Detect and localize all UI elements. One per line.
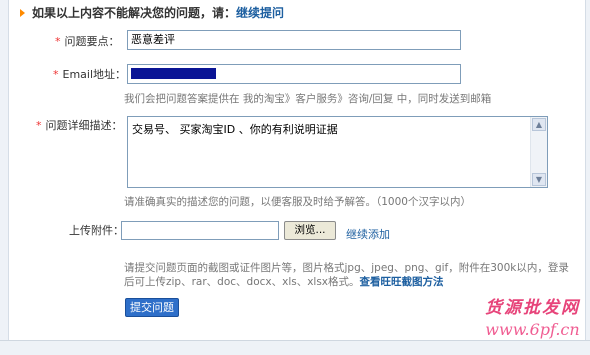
view-screenshot-method-link[interactable]: 查看旺旺截图方法 xyxy=(360,276,444,288)
detail-textarea-value: 交易号、 买家淘宝ID 、你的有利说明证据 xyxy=(132,123,338,136)
detail-textarea[interactable]: 交易号、 买家淘宝ID 、你的有利说明证据 ▲ ▼ xyxy=(127,116,548,188)
site-watermark: 货源批发网 www.6pf.cn xyxy=(485,293,580,339)
subject-label: * 问题要点： xyxy=(55,35,120,48)
continue-ask-link[interactable]: 继续提问 xyxy=(236,6,284,20)
detail-label: * 问题详细描述： xyxy=(36,119,123,132)
section-heading: 如果以上内容不能解决您的问题，请：继续提问 xyxy=(20,4,284,22)
upload-hint-line2: 后可上传zip、rar、doc、docx、xls、xlsx格式。查看旺旺截图方法 xyxy=(124,276,444,288)
browse-button[interactable]: 浏览... xyxy=(284,221,336,240)
redacted-email-value xyxy=(131,68,216,79)
window-frame-right xyxy=(585,0,590,355)
heading-text: 如果以上内容不能解决您的问题，请： xyxy=(32,6,237,20)
orange-arrow-icon xyxy=(20,8,25,17)
watermark-url: www.6pf.cn xyxy=(485,320,580,339)
add-more-link[interactable]: 继续添加 xyxy=(346,226,390,242)
subject-input[interactable]: 恶意差评 xyxy=(127,30,461,50)
required-mark: * xyxy=(53,68,59,81)
watermark-title: 货源批发网 xyxy=(485,298,580,318)
subject-input-value: 恶意差评 xyxy=(131,33,175,46)
required-mark: * xyxy=(36,119,42,132)
required-mark: * xyxy=(55,35,61,48)
upload-hint-line1: 请提交问题页面的截图或证件图片等，图片格式jpg、jpeg、png、gif，附件… xyxy=(124,262,569,274)
attachment-file-input[interactable] xyxy=(121,221,279,240)
email-hint: 我们会把问题答案提供在 我的淘宝》客户服务》咨询/回复 中，同时发送到邮箱 xyxy=(124,93,492,105)
submit-question-button[interactable]: 提交问题 xyxy=(125,298,179,317)
upload-label: 上传附件： xyxy=(69,224,124,237)
window-frame-bottom xyxy=(0,340,590,355)
window-frame-left xyxy=(0,0,9,355)
scroll-up-icon[interactable]: ▲ xyxy=(532,118,546,131)
email-label: * Email地址： xyxy=(53,68,127,81)
scroll-down-icon[interactable]: ▼ xyxy=(532,173,546,186)
detail-hint: 请准确真实的描述您的问题，以便客服及时给予解答。（1000个汉字以内） xyxy=(124,196,471,208)
textarea-scrollbar[interactable]: ▲ ▼ xyxy=(530,117,547,187)
